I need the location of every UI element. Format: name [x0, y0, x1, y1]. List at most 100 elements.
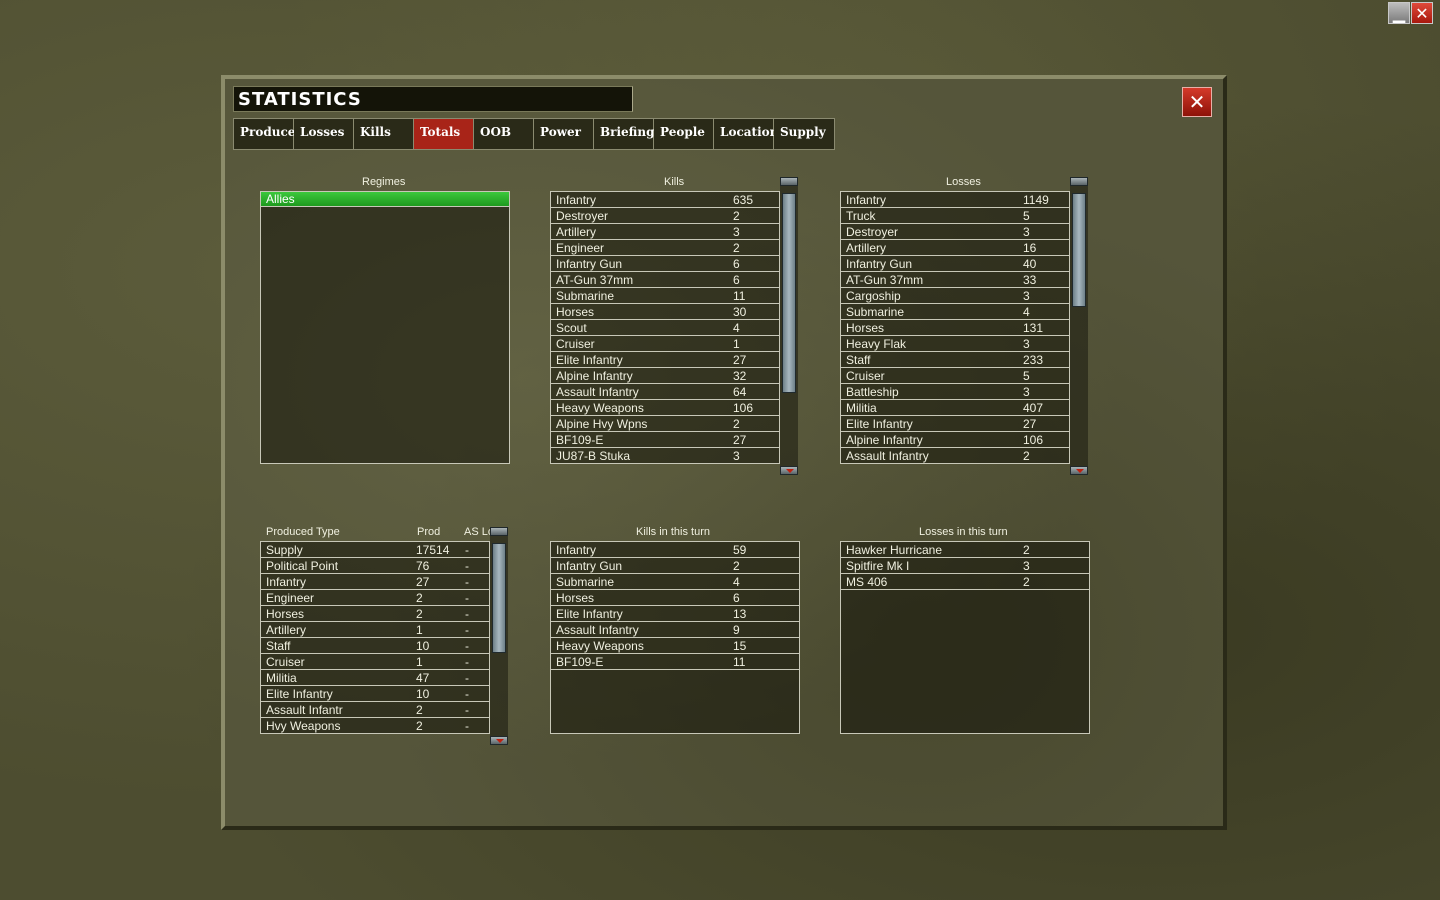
row-label: Alpine Infantry	[556, 369, 633, 383]
table-row[interactable]: Elite Infantry 13	[551, 606, 799, 622]
table-row[interactable]: AT-Gun 37mm 6	[551, 272, 779, 288]
table-row[interactable]: Militia 407	[841, 400, 1069, 416]
table-row[interactable]: MS 406 2	[841, 574, 1089, 590]
table-row[interactable]: Submarine 11	[551, 288, 779, 304]
table-row[interactable]: Submarine 4	[841, 304, 1069, 320]
row-label: Elite Infantry	[556, 607, 623, 621]
table-row[interactable]: Assault Infantry 9	[551, 622, 799, 638]
kills-turn-header: Kills in this turn	[636, 526, 710, 538]
table-row[interactable]: Scout 4	[551, 320, 779, 336]
scroll-up-icon[interactable]	[490, 527, 508, 536]
row-label: Submarine	[556, 289, 615, 303]
tab-totals[interactable]: Totals	[414, 119, 474, 149]
produced-scrollbar[interactable]	[490, 527, 508, 745]
table-row[interactable]: Submarine 4	[551, 574, 799, 590]
tab-location[interactable]: Location	[714, 119, 778, 149]
table-row[interactable]: AT-Gun 37mm 33	[841, 272, 1069, 288]
table-row[interactable]: Political Point 76 -	[261, 558, 489, 574]
table-row[interactable]: Horses 2 -	[261, 606, 489, 622]
losses-scrollbar[interactable]	[1070, 177, 1088, 475]
regimes-list: Allies	[260, 191, 510, 464]
table-row[interactable]: Infantry 59	[551, 542, 799, 558]
table-row[interactable]: Supply 17514 -	[261, 542, 489, 558]
tab-oob[interactable]: OOB	[474, 119, 534, 149]
table-row[interactable]: Artillery 3	[551, 224, 779, 240]
table-row[interactable]: Infantry Gun 40	[841, 256, 1069, 272]
row-value: 3	[1023, 559, 1030, 573]
row-value: 6	[733, 591, 740, 605]
tab-people[interactable]: People	[654, 119, 714, 149]
table-row[interactable]: Infantry 1149	[841, 192, 1069, 208]
minimize-button[interactable]: ▁	[1388, 2, 1410, 24]
table-row[interactable]: Infantry 27 -	[261, 574, 489, 590]
table-row[interactable]: Artillery 1 -	[261, 622, 489, 638]
table-row[interactable]: Elite Infantry 10 -	[261, 686, 489, 702]
kills-scrollbar[interactable]	[780, 177, 798, 475]
table-row[interactable]: Artillery 16	[841, 240, 1069, 256]
table-row[interactable]: Cruiser 1	[551, 336, 779, 352]
tab-power[interactable]: Power	[534, 119, 594, 149]
row-value: 1149	[1023, 193, 1049, 207]
table-row[interactable]: Assault Infantr 2 -	[261, 702, 489, 718]
table-row[interactable]: Engineer 2	[551, 240, 779, 256]
table-row[interactable]: Cruiser 1 -	[261, 654, 489, 670]
table-row[interactable]: Destroyer 2	[551, 208, 779, 224]
scroll-up-icon[interactable]	[1070, 177, 1088, 186]
table-row[interactable]: Horses 131	[841, 320, 1069, 336]
table-row[interactable]: Cargoship 3	[841, 288, 1069, 304]
table-row[interactable]: Infantry 635	[551, 192, 779, 208]
table-row[interactable]: Heavy Flak 3	[841, 336, 1069, 352]
tab-briefing[interactable]: Briefing	[594, 119, 655, 149]
table-row[interactable]: Elite Infantry 27	[841, 416, 1069, 432]
table-row[interactable]: Alpine Infantry 32	[551, 368, 779, 384]
row-value: 1	[416, 655, 423, 669]
scroll-down-icon[interactable]	[490, 736, 508, 745]
scroll-down-icon[interactable]	[1070, 466, 1088, 475]
table-row[interactable]: Assault Infantry 64	[551, 384, 779, 400]
table-row[interactable]: Battleship 3	[841, 384, 1069, 400]
table-row[interactable]: Horses 30	[551, 304, 779, 320]
table-row[interactable]: Horses 6	[551, 590, 799, 606]
scroll-down-icon[interactable]	[780, 466, 798, 475]
table-row[interactable]: Infantry Gun 2	[551, 558, 799, 574]
app-close-button[interactable]: ✕	[1411, 2, 1433, 24]
table-row[interactable]: Elite Infantry 27	[551, 352, 779, 368]
table-row[interactable]: Engineer 2 -	[261, 590, 489, 606]
table-row[interactable]: Heavy Weapons 15	[551, 638, 799, 654]
table-row[interactable]: Hawker Hurricane 2	[841, 542, 1089, 558]
row-label: Infantry	[846, 193, 887, 207]
tab-kills[interactable]: Kills	[354, 119, 414, 149]
table-row[interactable]: Militia 47 -	[261, 670, 489, 686]
row-value: 11	[733, 655, 746, 669]
table-row[interactable]: Infantry Gun 6	[551, 256, 779, 272]
scroll-thumb[interactable]	[782, 193, 796, 393]
scroll-thumb[interactable]	[492, 543, 506, 653]
table-row[interactable]: Alpine Infantry 106	[841, 432, 1069, 448]
tab-produce[interactable]: Produce	[234, 119, 295, 149]
regime-item[interactable]: Allies	[261, 192, 509, 207]
table-row[interactable]: Alpine Hvy Wpns 2	[551, 416, 779, 432]
tab-supply[interactable]: Supply	[774, 119, 834, 149]
scroll-thumb[interactable]	[1072, 193, 1086, 307]
kills-header: Kills	[664, 176, 685, 188]
table-row[interactable]: Assault Infantry 2	[841, 448, 1069, 464]
row-value: 27	[1023, 417, 1037, 431]
row-value: 27	[733, 433, 747, 447]
table-row[interactable]: Staff 233	[841, 352, 1069, 368]
table-row[interactable]: Heavy Weapons 106	[551, 400, 779, 416]
row-value: -	[465, 575, 469, 589]
table-row[interactable]: Destroyer 3	[841, 224, 1069, 240]
table-row[interactable]: Hvy Weapons 2 -	[261, 718, 489, 734]
table-row[interactable]: Truck 5	[841, 208, 1069, 224]
row-value: 106	[1023, 433, 1044, 447]
row-label: Elite Infantry	[266, 687, 333, 701]
table-row[interactable]: JU87-B Stuka 3	[551, 448, 779, 464]
table-row[interactable]: Spitfire Mk I 3	[841, 558, 1089, 574]
scroll-up-icon[interactable]	[780, 177, 798, 186]
table-row[interactable]: Cruiser 5	[841, 368, 1069, 384]
table-row[interactable]: BF109-E 27	[551, 432, 779, 448]
close-button[interactable]: ✕	[1182, 87, 1212, 117]
table-row[interactable]: BF109-E 11	[551, 654, 799, 670]
table-row[interactable]: Staff 10 -	[261, 638, 489, 654]
tab-losses[interactable]: Losses	[294, 119, 354, 149]
